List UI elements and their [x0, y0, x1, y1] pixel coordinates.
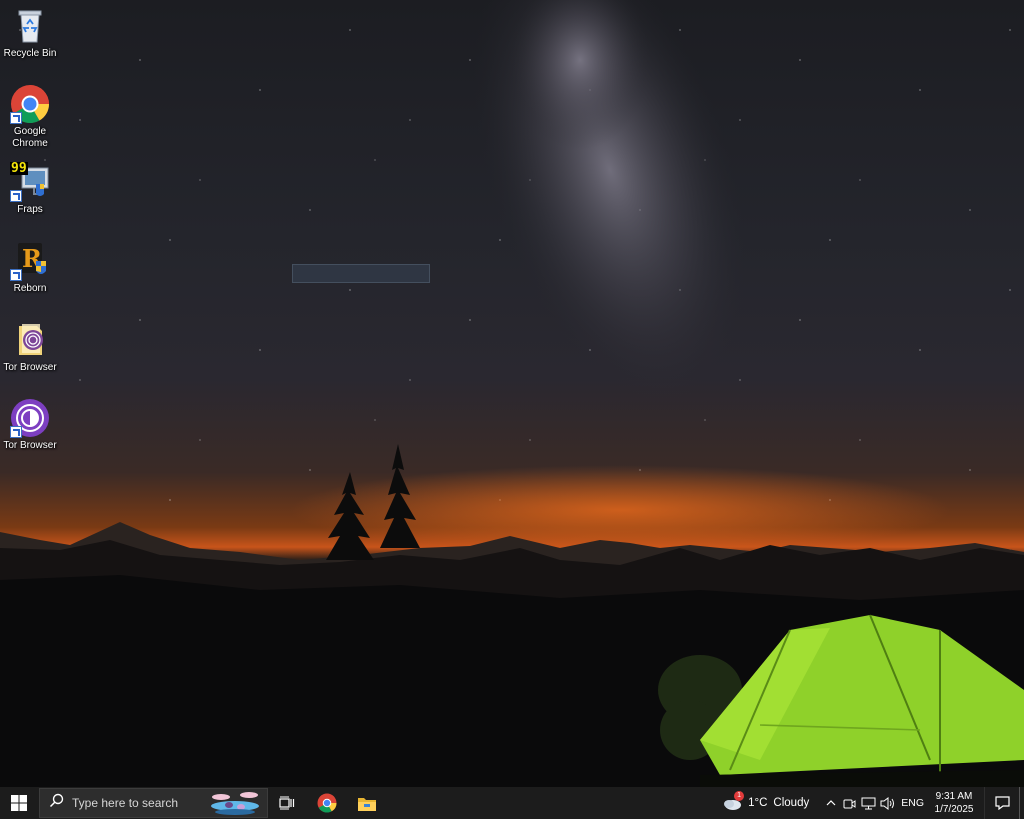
desktop-icon-label: Reborn	[13, 283, 47, 294]
show-hidden-icons-button[interactable]	[821, 787, 840, 819]
shortcut-arrow-icon	[10, 426, 22, 438]
network-icon	[861, 797, 876, 809]
tor-browser-icon	[10, 398, 50, 438]
meet-now-icon	[843, 799, 856, 808]
tor-folder-icon	[10, 320, 50, 360]
chevron-up-icon	[826, 800, 836, 806]
mountain-landscape	[0, 444, 1024, 787]
clock-time: 9:31 AM	[935, 791, 973, 802]
input-language-indicator[interactable]: ENG	[901, 797, 924, 809]
file-explorer-icon	[358, 797, 376, 811]
weather-alert-badge: 1	[734, 791, 745, 801]
fraps-counter: 99	[10, 161, 28, 176]
chrome-icon	[317, 793, 337, 813]
shortcut-arrow-icon	[10, 112, 22, 124]
taskbar-clock[interactable]: 9:31 AM 1/7/2025	[932, 790, 976, 816]
desktop-icon-label: Tor Browser	[3, 362, 57, 373]
tray-volume-button[interactable]	[878, 787, 897, 819]
task-view-icon	[279, 796, 295, 810]
search-highlight-art-icon	[211, 792, 259, 815]
search-icon	[49, 793, 65, 813]
desktop-icon-label: Google Chrome	[12, 126, 48, 149]
taskbar-chrome-button[interactable]	[307, 787, 347, 819]
taskbar-search-box[interactable]: Type here to search	[39, 788, 268, 818]
start-button[interactable]	[0, 787, 38, 819]
weather-condition: Cloudy	[773, 797, 810, 809]
desktop-icon-recycle-bin[interactable]: Recycle Bin	[0, 6, 60, 60]
search-placeholder: Type here to search	[72, 796, 179, 810]
shortcut-arrow-icon	[10, 269, 22, 281]
task-view-button[interactable]	[267, 787, 307, 819]
cloudy-weather-icon: 1	[722, 791, 745, 811]
tray-meet-now-button[interactable]	[840, 787, 859, 819]
desktop-icon-tor-browser-folder[interactable]: Tor Browser	[0, 320, 60, 374]
faded-tooltip	[292, 264, 430, 283]
reborn-icon: R	[10, 241, 50, 281]
weather-temperature: 1°C	[748, 797, 768, 809]
desktop-icon-reborn[interactable]: R Reborn	[0, 241, 60, 295]
recycle-bin-icon	[10, 6, 50, 46]
windows-logo-icon	[11, 795, 27, 811]
taskbar: Type here to search 1 1°C Cloudy ENG 9:3…	[0, 787, 1024, 819]
desktop-icon-google-chrome[interactable]: Google Chrome	[0, 84, 60, 150]
volume-icon	[880, 796, 895, 810]
taskbar-file-explorer-button[interactable]	[347, 787, 387, 819]
desktop-icon-fraps[interactable]: 99 Fraps	[0, 162, 60, 216]
tray-network-button[interactable]	[859, 787, 878, 819]
show-desktop-button[interactable]	[1019, 787, 1024, 819]
clock-date: 1/7/2025	[934, 804, 974, 815]
fraps-icon: 99	[10, 162, 50, 202]
notification-icon	[994, 796, 1010, 810]
desktop-icon-label: Recycle Bin	[3, 48, 57, 59]
weather-widget[interactable]: 1 1°C Cloudy	[722, 791, 810, 811]
desktop-icon-label: Fraps	[17, 204, 43, 215]
desktop-wallpaper	[0, 0, 1024, 787]
desktop-icon-tor-browser[interactable]: Tor Browser	[0, 398, 60, 452]
desktop-icon-label: Tor Browser	[3, 440, 57, 451]
action-center-button[interactable]	[984, 787, 1019, 819]
chrome-icon	[10, 84, 50, 124]
system-tray: 1 1°C Cloudy ENG 9:31 AM 1/7/2025	[722, 787, 1024, 819]
shortcut-arrow-icon	[10, 190, 22, 202]
